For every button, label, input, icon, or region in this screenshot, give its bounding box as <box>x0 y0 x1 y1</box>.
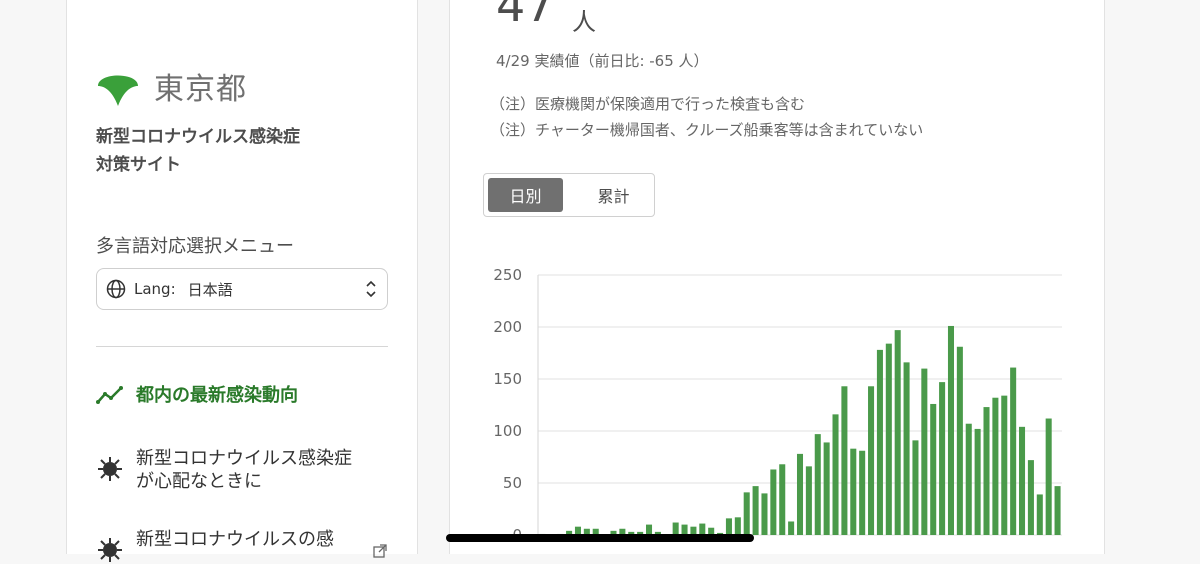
logo-text: 東京都 <box>154 72 247 107</box>
subtext: 4/29 実績値（前日比: -65 人） <box>496 52 709 70</box>
bar[interactable] <box>956 346 963 535</box>
bar[interactable] <box>868 386 875 535</box>
external-link-icon <box>373 544 387 558</box>
bar[interactable] <box>850 448 857 535</box>
bar[interactable] <box>876 349 883 535</box>
language-select[interactable]: Lang: 日本語 <box>96 268 388 310</box>
bar[interactable] <box>921 368 928 535</box>
bar[interactable] <box>1045 418 1052 535</box>
bar[interactable] <box>841 386 848 535</box>
big-number: 47 <box>496 0 555 32</box>
nav-item-latest-trends[interactable]: 都内の最新感染動向 <box>96 384 298 407</box>
bar[interactable] <box>752 486 759 535</box>
bar[interactable] <box>796 453 804 535</box>
bar[interactable] <box>788 521 795 535</box>
horizontal-scrollbar[interactable] <box>446 534 754 542</box>
nav-label: 新型コロナウイルス感染症 が心配なときに <box>136 447 352 493</box>
nav-label: 新型コロナウイルスの感 <box>136 529 334 550</box>
bar[interactable] <box>1036 494 1043 535</box>
y-tick-label: 50 <box>503 474 522 492</box>
bar[interactable] <box>725 518 732 535</box>
logo[interactable]: 東京都 <box>96 64 247 108</box>
bar[interactable] <box>1010 367 1017 535</box>
lang-menu-heading: 多言語対応選択メニュー <box>96 236 294 257</box>
lang-label: Lang: <box>134 280 176 298</box>
bar[interactable] <box>974 428 981 535</box>
lang-value: 日本語 <box>187 280 233 299</box>
daily-cumulative-toggle: 日別 累計 <box>483 173 655 217</box>
bar[interactable] <box>770 469 777 535</box>
nav-item-when-worried[interactable]: 新型コロナウイルス感染症 が心配なときに <box>96 447 352 493</box>
bar[interactable] <box>859 450 866 535</box>
trend-line-icon <box>96 386 123 404</box>
virus-icon <box>98 538 122 562</box>
globe-icon <box>106 279 126 299</box>
bar[interactable] <box>1054 486 1061 535</box>
bar[interactable] <box>761 493 768 535</box>
bar[interactable] <box>965 423 972 535</box>
nav-label-line1: 新型コロナウイルス感染症 <box>136 448 352 469</box>
bar[interactable] <box>832 414 839 535</box>
nav-item-covid-info[interactable]: 新型コロナウイルスの感 <box>96 528 334 564</box>
site-title: 新型コロナウイルス感染症 対策サイト <box>96 123 300 179</box>
site-title-line2: 対策サイト <box>96 155 181 175</box>
bar[interactable] <box>779 464 786 535</box>
y-tick-label: 100 <box>493 422 522 440</box>
bar[interactable] <box>1019 426 1026 535</box>
bar[interactable] <box>1027 460 1034 535</box>
bar[interactable] <box>814 434 821 535</box>
sidebar: 東京都 新型コロナウイルス感染症 対策サイト 多言語対応選択メニュー Lang:… <box>66 0 418 562</box>
site-title-line1: 新型コロナウイルス感染症 <box>96 127 300 147</box>
virus-icon <box>98 457 122 481</box>
y-tick-label: 250 <box>493 266 522 284</box>
chevron-updown-icon <box>366 280 376 298</box>
bar[interactable] <box>947 325 955 535</box>
bar[interactable] <box>743 492 750 535</box>
nav-label: 都内の最新感染動向 <box>136 385 298 406</box>
bar[interactable] <box>992 397 999 535</box>
bar[interactable] <box>983 407 990 535</box>
note: （注）医療機関が保険適用で行った検査も含む <box>490 95 806 113</box>
bar-chart: 250200150100500 <box>493 266 1062 544</box>
daily-button[interactable]: 日別 <box>488 178 563 212</box>
bar[interactable] <box>894 330 901 535</box>
cumulative-button[interactable]: 累計 <box>576 178 651 212</box>
note: （注）チャーター機帰国者、クルーズ船乗客等は含まれていない <box>490 121 924 139</box>
main-card: 47 人 4/29 実績値（前日比: -65 人） （注）医療機関が保険適用で行… <box>449 0 1105 554</box>
nav-label-line2: が心配なときに <box>136 471 262 492</box>
tokyo-ginkgo-logo-icon <box>98 75 138 106</box>
bar[interactable] <box>903 362 910 535</box>
y-tick-label: 200 <box>493 318 522 336</box>
bar[interactable] <box>823 442 830 535</box>
divider <box>96 346 388 347</box>
big-unit: 人 <box>572 8 596 36</box>
bar[interactable] <box>805 466 812 535</box>
bar[interactable] <box>885 343 892 535</box>
y-tick-label: 150 <box>493 370 522 388</box>
bar[interactable] <box>1001 395 1008 535</box>
bar[interactable] <box>930 403 937 535</box>
bar[interactable] <box>734 517 741 535</box>
bar[interactable] <box>939 382 946 535</box>
bar[interactable] <box>912 440 919 535</box>
